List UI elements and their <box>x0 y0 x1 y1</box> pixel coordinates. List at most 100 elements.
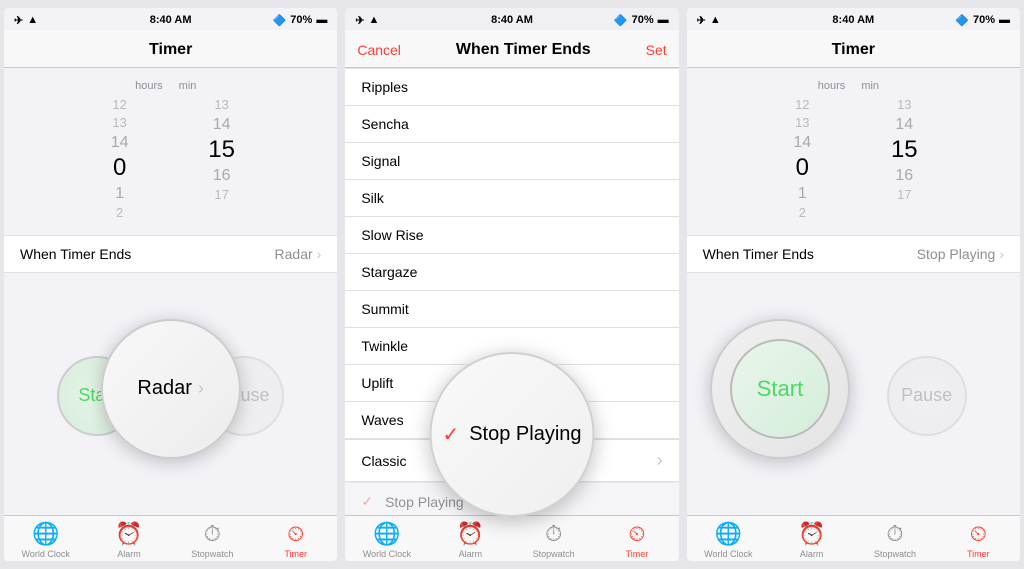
left-panel: ✈ ▲ 8:40 AM 🔷 70% ▬ Timer hours min <box>4 8 337 561</box>
worldclock-label: World Clock <box>21 549 69 559</box>
stopwatch-icon-m: ⏱ <box>545 521 562 547</box>
hours-label: hours <box>135 80 163 92</box>
status-time-right: 8:40 AM <box>832 14 874 26</box>
stopwatch-icon: ⏱ <box>204 521 221 547</box>
tab-stopwatch-left[interactable]: ⏱ Stopwatch <box>171 521 254 559</box>
nav-bar-middle: Cancel When Timer Ends Set <box>345 30 678 68</box>
buttons-row-right: Start Pause Start <box>687 277 1020 515</box>
tab-alarm-right[interactable]: ⏰ Alarm <box>770 521 853 559</box>
hours-label-r: hours <box>818 80 846 92</box>
list-item-summit[interactable]: Summit <box>345 291 678 328</box>
when-timer-ends-label: When Timer Ends <box>20 246 131 262</box>
tab-stopwatch-middle[interactable]: ⏱ Stopwatch <box>512 521 595 559</box>
tab-alarm-middle[interactable]: ⏰ Alarm <box>429 521 512 559</box>
tab-timer-middle[interactable]: ⏲ Timer <box>595 521 678 559</box>
nav-title-middle: When Timer Ends <box>401 41 646 59</box>
magnifier-stop-playing: ✓ Stop Playing <box>429 352 594 517</box>
picker-area-left: hours min 12 13 14 0 1 2 13 14 15 16 <box>4 68 337 231</box>
bluetooth-icon-r: 🔷 <box>955 14 969 27</box>
tab-alarm-left[interactable]: ⏰ Alarm <box>87 521 170 559</box>
chevron-icon-r: › <box>999 246 1004 262</box>
tab-timer-right[interactable]: ⏲ Timer <box>937 521 1020 559</box>
tab-bar-right: 🌐 World Clock ⏰ Alarm ⏱ Stopwatch ⏲ Time… <box>687 515 1020 561</box>
magnifier-radar: Radar › <box>101 319 241 459</box>
status-time-middle: 8:40 AM <box>491 14 533 26</box>
set-button[interactable]: Set <box>646 42 667 58</box>
tab-bar-left: 🌐 World Clock ⏰ Alarm ⏱ Stopwatch ⏲ Time… <box>4 515 337 561</box>
radar-chevron: › <box>198 378 204 399</box>
min-label-r: min <box>861 80 879 92</box>
stopwatch-icon-r: ⏱ <box>886 521 903 547</box>
alarm-label-m: Alarm <box>459 549 483 559</box>
magnified-stop-playing-label: Stop Playing <box>469 423 581 446</box>
when-timer-ends-value-r: Stop Playing › <box>917 246 1004 262</box>
tab-worldclock-right[interactable]: 🌐 World Clock <box>687 521 770 559</box>
timer-icon-left: ⏲ <box>287 521 304 547</box>
pause-button-right[interactable]: Pause <box>887 356 967 436</box>
hours-picker[interactable]: 12 13 14 0 1 2 <box>81 96 171 223</box>
list-item-signal[interactable]: Signal <box>345 143 678 180</box>
alarm-icon: ⏰ <box>115 521 142 547</box>
min-label: min <box>179 80 197 92</box>
airplane-icon: ✈ <box>14 14 23 27</box>
status-bar-left: ✈ ▲ 8:40 AM 🔷 70% ▬ <box>4 8 337 30</box>
airplane-icon-r: ✈ <box>697 14 706 27</box>
timer-icon-r: ⏲ <box>970 521 987 547</box>
battery-text: 70% <box>290 14 312 26</box>
status-right: 🔷 70% ▬ <box>273 14 328 27</box>
list-item-slowrise[interactable]: Slow Rise <box>345 217 678 254</box>
timer-label-r: Timer <box>967 549 990 559</box>
checkmark-icon: ✓ <box>361 493 373 510</box>
list-item-stargaze[interactable]: Stargaze <box>345 254 678 291</box>
tab-worldclock-left[interactable]: 🌐 World Clock <box>4 521 87 559</box>
when-timer-ends-label-r: When Timer Ends <box>703 246 814 262</box>
stopwatch-label-r: Stopwatch <box>874 549 916 559</box>
when-timer-ends-row-right[interactable]: When Timer Ends Stop Playing › <box>687 235 1020 273</box>
list-item-sencha[interactable]: Sencha <box>345 106 678 143</box>
battery-icon-r: ▬ <box>999 14 1010 26</box>
battery-text-r: 70% <box>973 14 995 26</box>
worldclock-icon-m: 🌐 <box>373 521 400 547</box>
status-bar-middle: ✈ ▲ 8:40 AM 🔷 70% ▬ <box>345 8 678 30</box>
worldclock-icon-r: 🌐 <box>715 521 742 547</box>
wifi-icon-r: ▲ <box>710 14 721 26</box>
magnified-checkmark: ✓ <box>442 422 459 447</box>
status-time-left: 8:40 AM <box>150 14 192 26</box>
battery-text-m: 70% <box>632 14 654 26</box>
bluetooth-icon: 🔷 <box>273 14 287 27</box>
alarm-label: Alarm <box>117 549 141 559</box>
status-bar-right: ✈ ▲ 8:40 AM 🔷 70% ▬ <box>687 8 1020 30</box>
worldclock-label-r: World Clock <box>704 549 752 559</box>
alarm-icon-m: ⏰ <box>457 521 484 547</box>
stopwatch-label-m: Stopwatch <box>533 549 575 559</box>
alarm-label-r: Alarm <box>800 549 824 559</box>
stopwatch-label: Stopwatch <box>191 549 233 559</box>
classic-chevron: › <box>657 450 663 471</box>
nav-bar-right: Timer <box>687 30 1020 68</box>
tab-bar-middle: 🌐 World Clock ⏰ Alarm ⏱ Stopwatch ⏲ Time… <box>345 515 678 561</box>
nav-title-left: Timer <box>119 41 222 59</box>
when-timer-ends-value: Radar › <box>275 246 322 262</box>
list-item-ripples[interactable]: Ripples <box>345 68 678 106</box>
minutes-picker-r[interactable]: 13 14 15 16 17 <box>853 96 943 223</box>
middle-panel: ✈ ▲ 8:40 AM 🔷 70% ▬ Cancel When Timer En… <box>345 8 678 561</box>
timer-label-left: Timer <box>284 549 307 559</box>
tab-timer-left[interactable]: ⏲ Timer <box>254 521 337 559</box>
worldclock-icon: 🌐 <box>32 521 59 547</box>
minutes-picker[interactable]: 13 14 15 16 17 <box>171 96 261 223</box>
right-panel: ✈ ▲ 8:40 AM 🔷 70% ▬ Timer hours min 12 1 <box>687 8 1020 561</box>
classic-label: Classic <box>361 453 406 469</box>
nav-bar-left: Timer <box>4 30 337 68</box>
wifi-icon: ▲ <box>27 14 38 26</box>
bluetooth-icon-m: 🔷 <box>614 14 628 27</box>
battery-icon-m: ▬ <box>658 14 669 26</box>
list-item-silk[interactable]: Silk <box>345 180 678 217</box>
hours-picker-r[interactable]: 12 13 14 0 1 2 <box>763 96 853 223</box>
status-left: ✈ ▲ <box>14 14 38 27</box>
tab-worldclock-middle[interactable]: 🌐 World Clock <box>345 521 428 559</box>
cancel-button[interactable]: Cancel <box>357 42 401 58</box>
tab-stopwatch-right[interactable]: ⏱ Stopwatch <box>853 521 936 559</box>
buttons-row-left: Start Pause Radar › <box>4 277 337 515</box>
wifi-icon-m: ▲ <box>369 14 380 26</box>
when-timer-ends-row-left[interactable]: When Timer Ends Radar › <box>4 235 337 273</box>
